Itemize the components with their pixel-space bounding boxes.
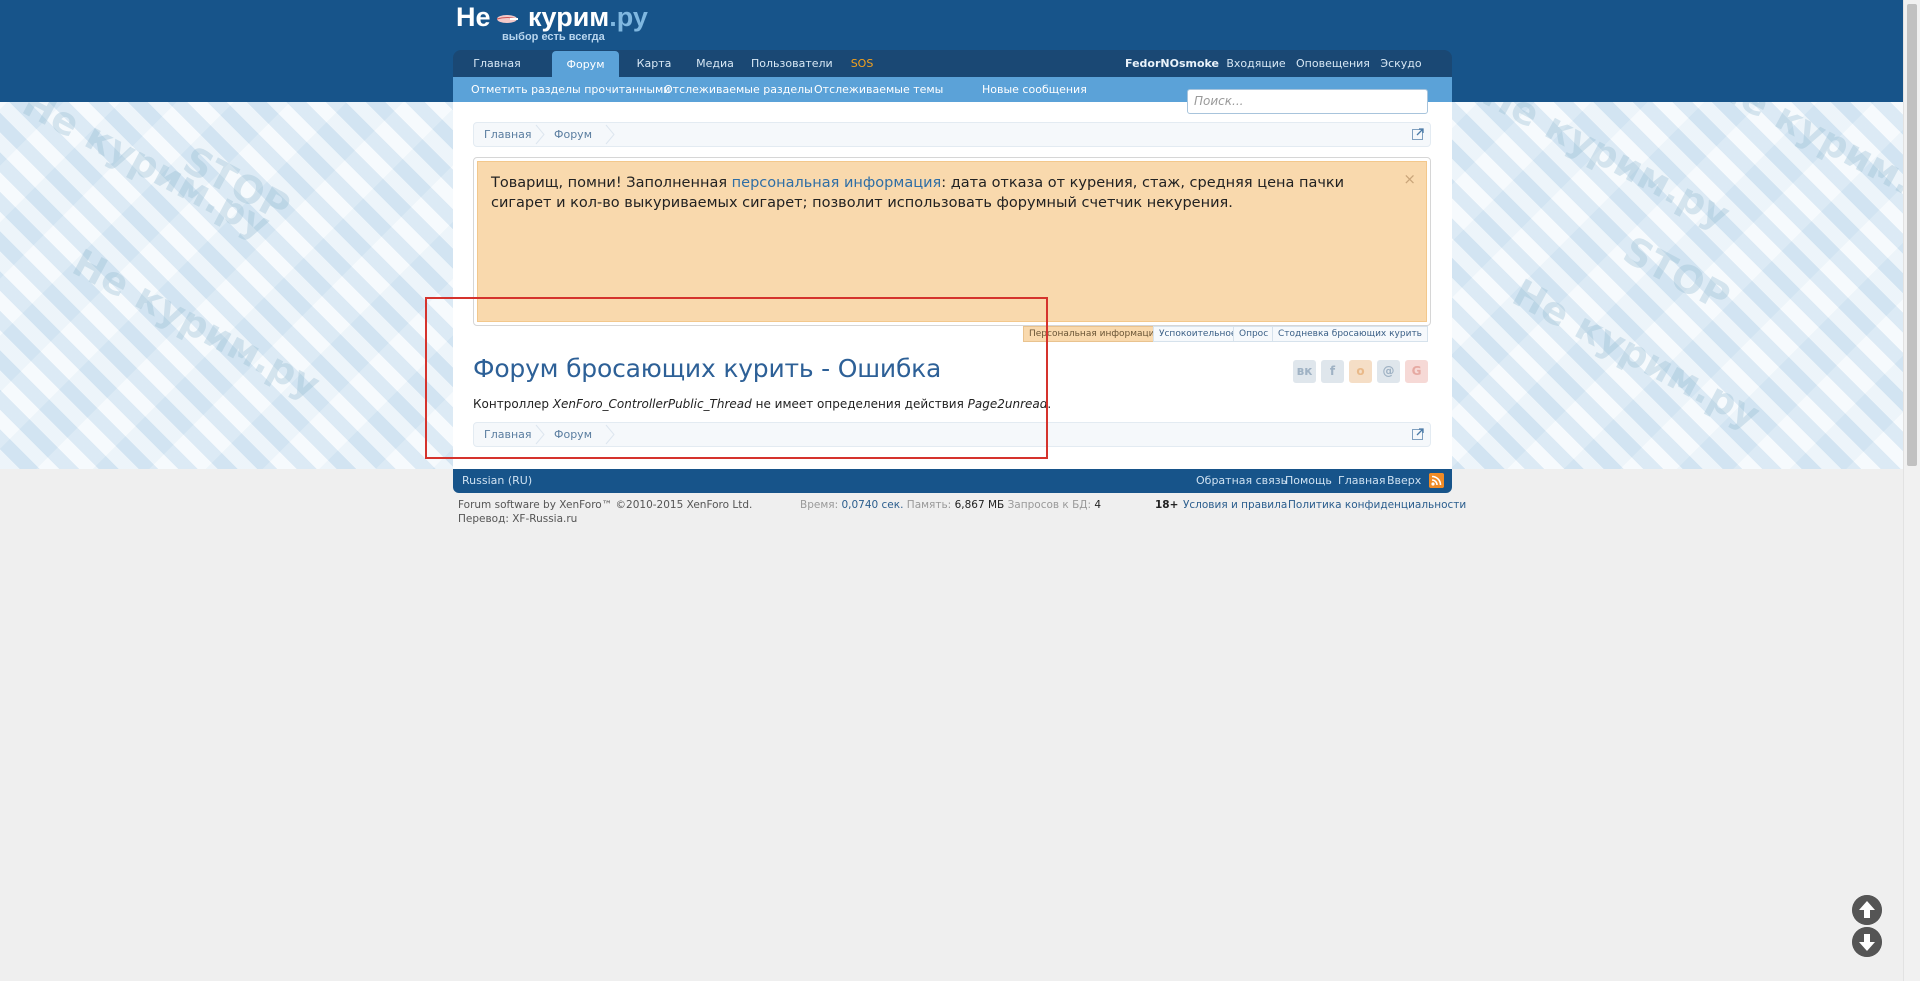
queries-value: 4 [1094,499,1102,511]
queries-label: Запросов к БД: [1007,499,1092,511]
language-chooser[interactable]: Russian (RU) [462,469,532,493]
highlight-annotation-box [425,297,1048,459]
alerts-link[interactable]: Оповещения [1296,50,1370,77]
scrollbar-thumb[interactable] [1907,4,1917,466]
share-odnoklassniki-icon[interactable]: о [1349,360,1372,383]
footer-home-link[interactable]: Главная [1338,469,1386,493]
footer-debug-stats: Время: 0,0740 сек. Память: 6,867 МБ Запр… [800,499,1101,511]
share-vk-icon[interactable]: вк [1293,360,1316,383]
logo-text-ru: .ру [609,2,648,32]
breadcrumb-forum[interactable]: Форум [554,123,592,146]
notice-personal-info-link[interactable]: персональная информация [732,175,942,191]
time-value: 0,0740 сек. [841,499,904,511]
footer-top-link[interactable]: Вверх [1387,469,1421,493]
scroll-to-top-icon[interactable] [1852,895,1882,925]
breadcrumb-separator-icon [535,124,545,145]
nav-tab-sos[interactable]: SOS [842,50,882,77]
share-mailru-icon[interactable]: @ [1377,360,1400,383]
footer-bar: Russian (RU) Обратная связь Помощь Главн… [453,469,1452,493]
share-google-icon[interactable]: G [1405,360,1428,383]
notice-tab-poll[interactable]: Опрос [1233,326,1275,342]
main-navigation: Главная Форум Карта Медиа Пользователи S… [453,50,1452,77]
share-facebook-icon[interactable]: f [1321,360,1344,383]
nav-tab-home[interactable]: Главная [463,50,531,77]
search-input[interactable]: Поиск... [1187,89,1428,114]
breadcrumb-separator-icon [605,124,615,145]
breadcrumb-home[interactable]: Главная [484,123,532,146]
site-logo[interactable]: Не курим.ру выбор есть всегда [456,2,666,46]
notice-tab-calming[interactable]: Успокоительное [1153,326,1243,342]
nav-tab-media[interactable]: Медиа [689,50,741,77]
inbox-link[interactable]: Входящие [1226,50,1286,77]
mark-forums-read-link[interactable]: Отметить разделы прочитанными [471,77,670,102]
memory-label: Память: [906,499,952,511]
new-posts-link[interactable]: Новые сообщения [982,77,1087,102]
watched-threads-link[interactable]: Отслеживаемые темы [814,77,943,102]
logo-text: Не курим.ру [456,2,648,33]
account-username[interactable]: FedorNOsmoke [1125,50,1219,77]
scroll-to-bottom-icon[interactable] [1852,927,1882,957]
notice-tab-hundred-days[interactable]: Стодневка бросающих курить [1272,326,1428,342]
jump-to-page-icon[interactable] [1412,428,1424,440]
nav-tab-members[interactable]: Пользователи [751,50,833,77]
memory-value: 6,867 МБ [954,499,1005,511]
nav-tab-forum[interactable]: Форум [552,51,619,77]
footer-contact-link[interactable]: Обратная связь [1196,469,1287,493]
age-rating-badge: 18+ [1155,499,1179,511]
logo-tagline: выбор есть всегда [502,31,605,43]
logout-link[interactable]: Эскудо [1376,50,1426,77]
notice-close-icon[interactable]: × [1403,170,1416,188]
lips-icon [496,15,518,23]
jump-to-page-icon[interactable] [1412,128,1424,140]
footer-help-link[interactable]: Помощь [1285,469,1332,493]
breadcrumb: Главная Форум [473,122,1431,147]
notice-text: Товарищ, помни! Заполненная персональная… [491,173,1391,213]
rss-icon[interactable] [1429,473,1444,488]
time-label: Время: [800,499,839,511]
logo-text-ne: Не [456,2,491,32]
nav-tab-map[interactable]: Карта [629,50,679,77]
footer-translation[interactable]: Перевод: XF-Russia.ru [458,513,577,525]
watched-forums-link[interactable]: Отслеживаемые разделы [664,77,813,102]
privacy-link[interactable]: Политика конфиденциальности [1288,499,1466,511]
terms-link[interactable]: Условия и правила [1183,499,1287,511]
page-scrollbar[interactable] [1903,0,1920,981]
footer-copyright[interactable]: Forum software by XenForo™ ©2010-2015 Xe… [458,499,752,511]
notice-text-before: Товарищ, помни! Заполненная [491,175,732,191]
logo-text-kurim: курим [528,2,610,32]
